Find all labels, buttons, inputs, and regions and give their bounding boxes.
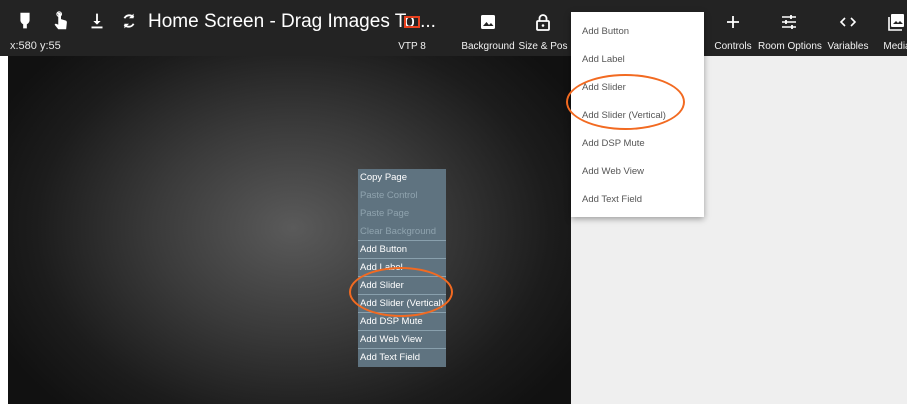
dropdown-item-add-slider[interactable]: Add Slider	[582, 82, 626, 93]
editor-window: Home Screen - Drag Images To ... x:580 y…	[0, 0, 907, 404]
menu-item-add-slider-vertical[interactable]: Add Slider (Vertical)	[358, 295, 446, 313]
menu-item-copy-page[interactable]: Copy Page	[358, 169, 446, 187]
plus-icon	[723, 12, 743, 32]
size-pos-label: Size & Pos	[518, 41, 568, 52]
dropdown-item-add-dsp-mute[interactable]: Add DSP Mute	[582, 138, 645, 149]
room-options-label: Room Options	[758, 41, 822, 52]
dropdown-item-add-slider-vertical[interactable]: Add Slider (Vertical)	[582, 110, 666, 121]
size-pos-button[interactable]: Size & Pos	[512, 0, 574, 56]
menu-item-add-button[interactable]: Add Button	[358, 241, 446, 259]
lock-icon	[533, 12, 553, 32]
media-label: Media	[883, 41, 907, 52]
controls-label: Controls	[714, 41, 752, 52]
page-canvas[interactable]	[8, 56, 571, 404]
menu-item-add-text-field[interactable]: Add Text Field	[358, 349, 446, 367]
menu-item-add-web-view[interactable]: Add Web View	[358, 331, 446, 349]
image-icon	[478, 12, 498, 32]
dropdown-item-add-label[interactable]: Add Label	[582, 54, 625, 65]
media-icon	[887, 12, 907, 32]
menu-item-add-slider[interactable]: Add Slider	[358, 277, 446, 295]
canvas-context-menu: Copy Page Paste Control Paste Page Clear…	[358, 169, 446, 367]
controls-dropdown-menu: Add Button Add Label Add Slider Add Slid…	[571, 12, 704, 217]
background-label: Background	[461, 41, 515, 52]
room-options-button[interactable]: Room Options	[758, 0, 822, 56]
shield-icon[interactable]	[14, 10, 36, 32]
menu-item-clear-background: Clear Background	[358, 223, 446, 241]
dropdown-item-add-web-view[interactable]: Add Web View	[582, 166, 644, 177]
controls-button[interactable]: Controls	[702, 0, 764, 56]
top-toolbar: Home Screen - Drag Images To ... x:580 y…	[0, 0, 907, 56]
menu-item-paste-control: Paste Control	[360, 190, 418, 201]
dropdown-item-add-text-field[interactable]: Add Text Field	[582, 194, 642, 205]
sliders-icon	[779, 12, 799, 32]
dropdown-item-add-button[interactable]: Add Button	[582, 26, 629, 37]
left-margin	[0, 56, 8, 404]
sync-icon[interactable]	[118, 10, 140, 32]
menu-item-add-label[interactable]: Add Label	[358, 259, 446, 277]
media-button[interactable]: Media	[866, 0, 907, 56]
vtp-device-button[interactable]: VTP 8	[381, 0, 443, 56]
touch-hand-icon[interactable]	[50, 10, 72, 32]
vtp-device-label: VTP 8	[398, 41, 426, 52]
menu-item-add-dsp-mute[interactable]: Add DSP Mute	[358, 313, 446, 331]
background-button[interactable]: Background	[457, 0, 519, 56]
device-icon	[402, 12, 422, 32]
cursor-coordinates: x:580 y:55	[10, 40, 61, 52]
download-icon[interactable]	[86, 10, 108, 32]
menu-item-paste-page: Paste Page	[360, 208, 410, 219]
code-icon	[838, 12, 858, 32]
